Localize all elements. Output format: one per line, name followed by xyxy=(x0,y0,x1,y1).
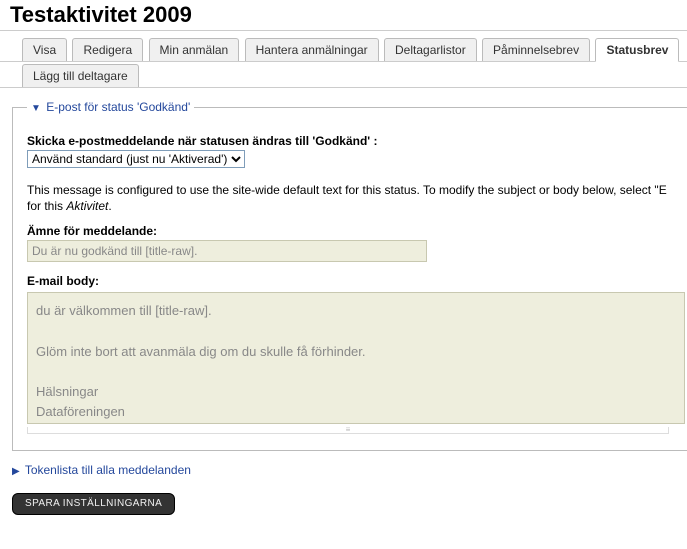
tab-visa[interactable]: Visa xyxy=(22,38,67,61)
expand-right-icon: ▶ xyxy=(12,466,20,477)
submit-bar: SPARA INSTÄLLNINGARNA xyxy=(12,493,675,515)
primary-tabs-row2: Lägg till deltagare xyxy=(0,62,687,88)
collapse-down-icon: ▼ xyxy=(31,103,41,114)
tab-paminnelsebrev[interactable]: Påminnelsebrev xyxy=(482,38,590,61)
email-body-textarea[interactable]: du är välkommen till [title-raw]. Glöm i… xyxy=(27,292,685,424)
default-info-text: This message is configured to use the si… xyxy=(27,182,685,214)
page-title: Testaktivitet 2009 xyxy=(0,0,687,31)
primary-tabs-row1: Visa Redigera Min anmälan Hantera anmäln… xyxy=(0,35,687,62)
fieldset-epost-godkand: ▼ E-post för status 'Godkänd' Skicka e-p… xyxy=(12,100,687,451)
content-area: ▼ E-post för status 'Godkänd' Skicka e-p… xyxy=(0,88,687,527)
fieldset-legend-tokenlista[interactable]: ▶ Tokenlista till alla meddelanden xyxy=(12,463,191,477)
send-email-label: Skicka e-postmeddelande när statusen änd… xyxy=(27,134,685,148)
fieldset-legend-text: E-post för status 'Godkänd' xyxy=(46,100,190,114)
tab-lagg-till-deltagare[interactable]: Lägg till deltagare xyxy=(22,64,139,87)
body-label: E-mail body: xyxy=(27,274,685,288)
fieldset-tokenlista-text: Tokenlista till alla meddelanden xyxy=(25,463,191,477)
info-suffix-prefix: for this xyxy=(27,199,66,213)
info-em: Aktivitet xyxy=(66,199,108,213)
save-settings-button[interactable]: SPARA INSTÄLLNINGARNA xyxy=(12,493,175,515)
tab-statusbrev[interactable]: Statusbrev xyxy=(595,38,679,62)
fieldset-legend-godkand[interactable]: ▼ E-post för status 'Godkänd' xyxy=(27,100,194,114)
subject-label: Ämne för meddelande: xyxy=(27,224,685,238)
tab-hantera-anmalningar[interactable]: Hantera anmälningar xyxy=(245,38,379,61)
textarea-resize-handle[interactable]: ≡ xyxy=(27,427,669,434)
subject-input[interactable] xyxy=(27,240,427,262)
info-suffix-end: . xyxy=(108,199,111,213)
info-prefix: This message is configured to use the si… xyxy=(27,183,667,197)
tab-deltagarlistor[interactable]: Deltagarlistor xyxy=(384,38,477,61)
send-email-select[interactable]: Använd standard (just nu 'Aktiverad') xyxy=(27,150,245,168)
tab-min-anmalan[interactable]: Min anmälan xyxy=(149,38,240,61)
fieldset-tokenlista: ▶ Tokenlista till alla meddelanden xyxy=(12,463,675,483)
tab-redigera[interactable]: Redigera xyxy=(72,38,143,61)
